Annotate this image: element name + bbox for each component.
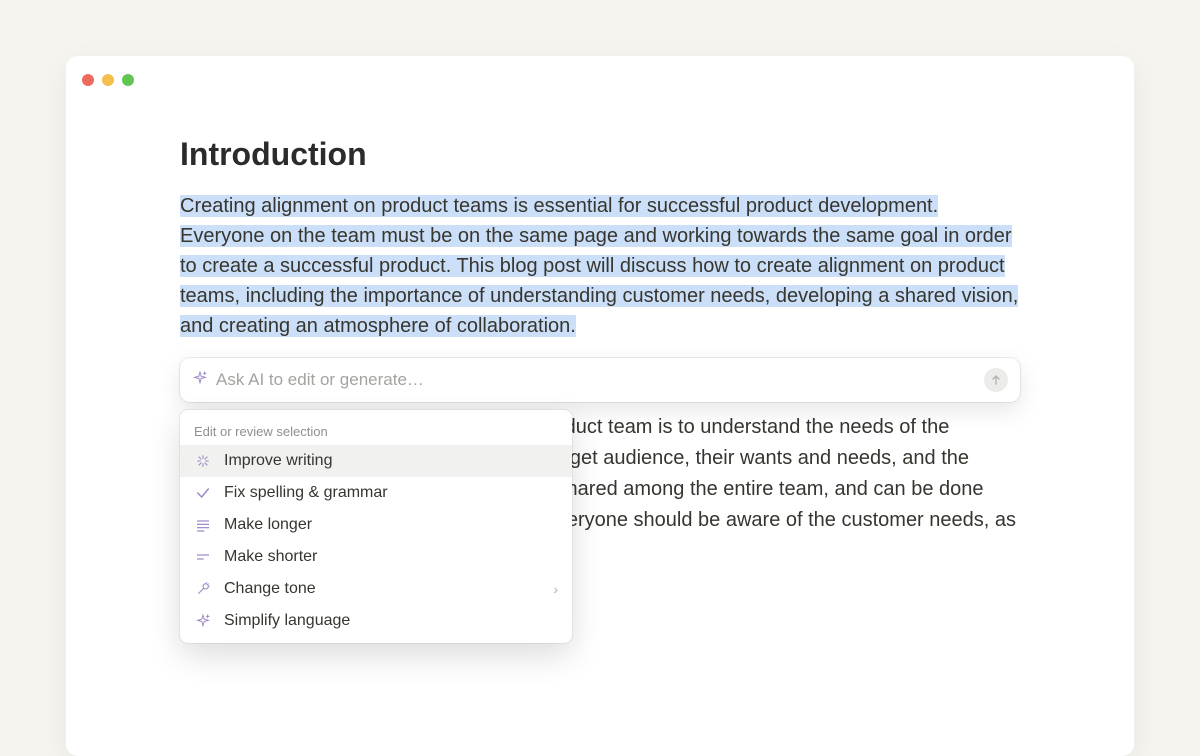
intro-paragraph[interactable]: Creating alignment on product teams is e… xyxy=(180,191,1020,341)
menu-item-make-longer[interactable]: Make longer xyxy=(180,509,572,541)
sparkle-icon xyxy=(194,613,212,629)
ai-prompt-bar[interactable] xyxy=(180,358,1020,402)
chevron-right-icon: › xyxy=(553,581,558,597)
microphone-icon xyxy=(194,581,212,597)
menu-item-label: Make longer xyxy=(224,516,312,534)
wand-icon xyxy=(194,453,212,469)
submit-button[interactable] xyxy=(984,368,1008,392)
check-icon xyxy=(194,485,212,501)
menu-item-label: Simplify language xyxy=(224,612,350,630)
ai-actions-menu: Edit or review selection Improve writing… xyxy=(180,410,572,643)
window-titlebar xyxy=(66,56,1134,90)
menu-item-label: Change tone xyxy=(224,580,316,598)
menu-item-change-tone[interactable]: Change tone › xyxy=(180,573,572,605)
ai-prompt-input[interactable] xyxy=(216,370,984,390)
window-minimize-icon[interactable] xyxy=(102,74,114,86)
menu-item-fix-spelling[interactable]: Fix spelling & grammar xyxy=(180,477,572,509)
sparkle-icon xyxy=(192,370,208,391)
lines-long-icon xyxy=(194,517,212,533)
menu-item-make-shorter[interactable]: Make shorter xyxy=(180,541,572,573)
app-window: Introduction Creating alignment on produ… xyxy=(66,56,1134,756)
window-zoom-icon[interactable] xyxy=(122,74,134,86)
lines-short-icon xyxy=(194,549,212,565)
menu-section-label: Edit or review selection xyxy=(180,416,572,445)
menu-item-label: Fix spelling & grammar xyxy=(224,484,388,502)
selected-text: Creating alignment on product teams is e… xyxy=(180,195,1018,337)
document-content: Introduction Creating alignment on produ… xyxy=(66,90,1134,567)
menu-item-label: Make shorter xyxy=(224,548,317,566)
menu-item-simplify-language[interactable]: Simplify language xyxy=(180,605,572,637)
window-close-icon[interactable] xyxy=(82,74,94,86)
page-title: Introduction xyxy=(180,136,1020,173)
menu-item-improve-writing[interactable]: Improve writing xyxy=(180,445,572,477)
menu-item-label: Improve writing xyxy=(224,452,332,470)
